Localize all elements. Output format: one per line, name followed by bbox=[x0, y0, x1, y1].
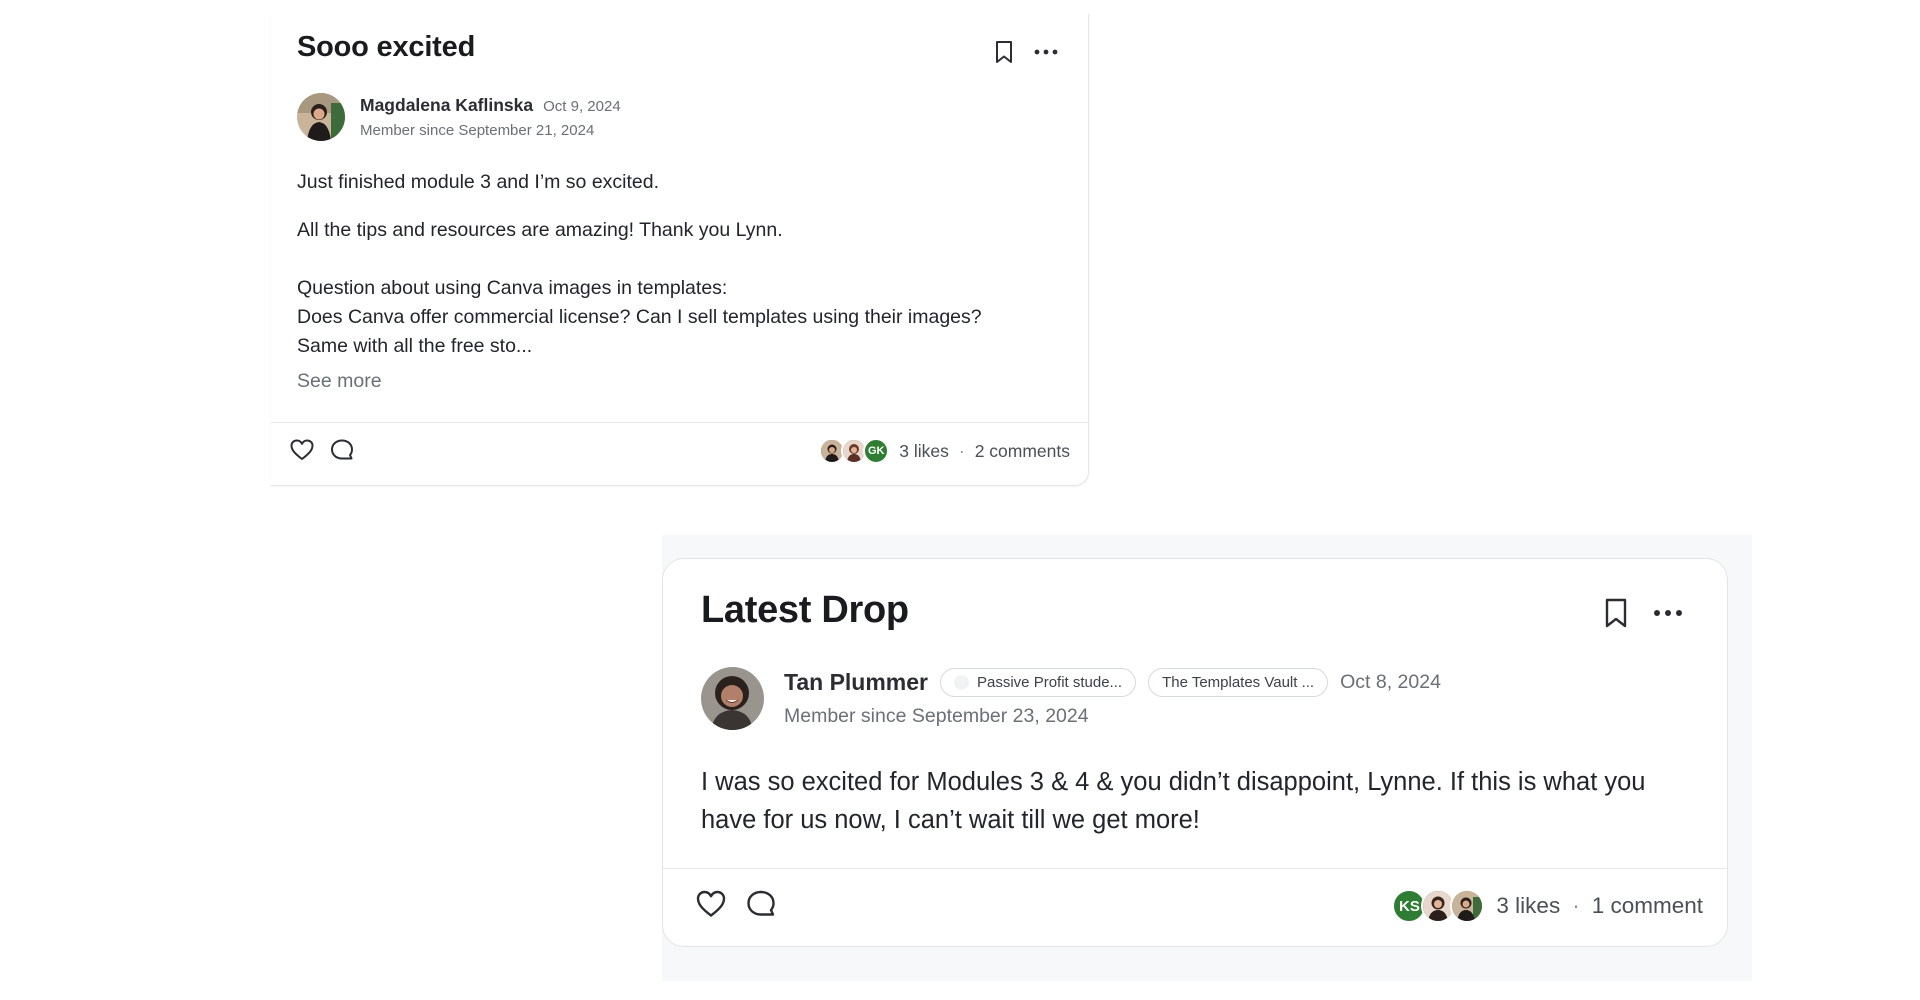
liker-avatars[interactable]: KS bbox=[1392, 889, 1485, 923]
heart-icon[interactable] bbox=[289, 438, 315, 462]
likes-count[interactable]: 3 likes bbox=[899, 441, 949, 462]
post-stats: GK 3 likes · 2 comments bbox=[819, 438, 1070, 464]
post-date: Oct 9, 2024 bbox=[543, 98, 621, 115]
post-title[interactable]: Sooo excited bbox=[297, 31, 475, 64]
author-name[interactable]: Magdalena Kaflinska bbox=[360, 95, 533, 116]
badge-label: The Templates Vault ... bbox=[1162, 673, 1315, 691]
heart-icon[interactable] bbox=[695, 889, 727, 919]
divider bbox=[663, 868, 1727, 869]
comments-count[interactable]: 1 comment bbox=[1592, 893, 1703, 919]
comment-icon[interactable] bbox=[329, 438, 355, 462]
liker-avatar-gk: GK bbox=[863, 438, 890, 464]
author-name[interactable]: Tan Plummer bbox=[784, 669, 928, 696]
see-more-link[interactable]: See more bbox=[297, 370, 382, 393]
member-since: Member since September 23, 2024 bbox=[784, 705, 1089, 727]
body-paragraph: Just finished module 3 and I’m so excite… bbox=[297, 171, 660, 193]
author-line: Tan Plummer Passive Profit stude... The … bbox=[784, 667, 1441, 697]
post-body: Just finished module 3 and I’m so excite… bbox=[297, 168, 1057, 361]
post-card-latest-drop[interactable]: Latest Drop Tan Plummer Passive Profit s… bbox=[662, 558, 1728, 947]
post-stats: KS 3 likes · 1 comment bbox=[1392, 889, 1703, 923]
comments-count[interactable]: 2 comments bbox=[975, 441, 1070, 462]
more-icon[interactable] bbox=[1034, 49, 1058, 55]
comment-icon[interactable] bbox=[745, 889, 777, 919]
post-card-sooo-excited[interactable]: Sooo excited Magdalena Kaflinska Oct 9, … bbox=[271, 14, 1089, 486]
bookmark-icon[interactable] bbox=[994, 40, 1014, 64]
separator: · bbox=[1572, 893, 1580, 918]
badge-dot-icon bbox=[954, 674, 969, 690]
post-reactions bbox=[289, 438, 355, 462]
post-reactions bbox=[695, 889, 777, 919]
body-paragraph: Question about using Canva images in tem… bbox=[297, 277, 728, 299]
author-line: Magdalena Kaflinska Oct 9, 2024 bbox=[360, 95, 621, 116]
post-actions bbox=[994, 40, 1058, 64]
author-avatar[interactable] bbox=[297, 93, 345, 141]
post-title[interactable]: Latest Drop bbox=[701, 589, 909, 632]
divider bbox=[271, 422, 1088, 423]
liker-avatars[interactable]: GK bbox=[819, 438, 890, 464]
badge-passive-profit[interactable]: Passive Profit stude... bbox=[940, 667, 1137, 697]
badge-templates-vault[interactable]: The Templates Vault ... bbox=[1148, 667, 1329, 697]
author-avatar[interactable] bbox=[701, 667, 764, 730]
body-paragraph: Same with all the free sto... bbox=[297, 335, 533, 357]
post-date: Oct 8, 2024 bbox=[1340, 670, 1441, 693]
likes-count[interactable]: 3 likes bbox=[1496, 893, 1560, 919]
body-paragraph: Does Canva offer commercial license? Can… bbox=[297, 306, 982, 328]
liker-avatar bbox=[1450, 889, 1485, 923]
more-icon[interactable] bbox=[1653, 609, 1683, 617]
member-since: Member since September 21, 2024 bbox=[360, 122, 595, 139]
post-actions bbox=[1603, 597, 1683, 629]
body-paragraph: All the tips and resources are amazing! … bbox=[297, 219, 783, 241]
bookmark-icon[interactable] bbox=[1603, 597, 1629, 629]
badge-label: Passive Profit stude... bbox=[977, 673, 1123, 691]
post-body: I was so excited for Modules 3 & 4 & you… bbox=[701, 768, 1646, 834]
separator: · bbox=[958, 440, 965, 461]
